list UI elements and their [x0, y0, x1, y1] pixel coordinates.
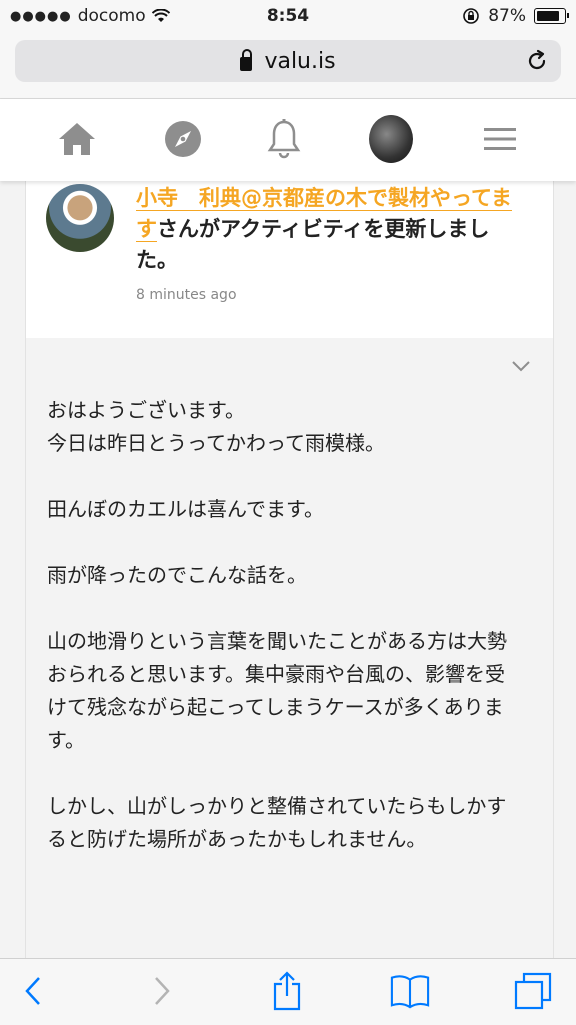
tabs-icon[interactable] [513, 971, 553, 1011]
share-icon[interactable] [267, 971, 307, 1011]
post-body: おはようございます。 今日は昨日とうってかわって雨模様。 田んぼのカエルは喜んで… [25, 338, 554, 958]
reload-icon[interactable] [525, 49, 549, 73]
compass-icon[interactable] [161, 117, 205, 161]
lock-icon [240, 49, 253, 71]
browser-address-area: valu.is [0, 36, 576, 99]
post-paragraph: しかし、山がしっかりと整備されていたらもしかすると防げた場所があったかもしれませ… [47, 794, 507, 851]
menu-icon[interactable] [478, 117, 522, 161]
post-paragraph: おはようございます。 今日は昨日とうってかわって雨模様。 [47, 398, 385, 455]
user-profile-photo[interactable] [46, 184, 114, 252]
activity-card: 小寺 利典@京都産の木で製材やってますさんがアクティビティを更新しました。 8 … [25, 181, 554, 339]
post-paragraph: 雨が降ったのでこんな話を。 [47, 563, 307, 587]
post-paragraph: 田んぼのカエルは喜んでます。 [47, 497, 324, 521]
home-icon[interactable] [55, 117, 99, 161]
battery-icon [534, 8, 569, 24]
activity-action-text: さんがアクティビティを更新しました。 [136, 217, 490, 272]
bookmarks-icon[interactable] [390, 971, 430, 1011]
activity-timestamp: 8 minutes ago [136, 287, 237, 303]
browser-toolbar [0, 958, 576, 1025]
post-text: おはようございます。 今日は昨日とうってかわって雨模様。 田んぼのカエルは喜んで… [47, 394, 517, 889]
forward-icon[interactable] [142, 971, 182, 1011]
url-text: valu.is [264, 48, 336, 74]
status-bar: ●●●●● docomo 8:54 87% [0, 0, 576, 36]
activity-headline: 小寺 利典@京都産の木で製材やってますさんがアクティビティを更新しました。 [136, 183, 531, 276]
address-bar[interactable]: valu.is [15, 40, 561, 82]
orientation-lock-icon [463, 8, 480, 24]
bell-icon[interactable] [262, 117, 306, 161]
back-icon[interactable] [13, 971, 53, 1011]
battery-percent: 87% [488, 6, 526, 26]
post-paragraph: 山の地滑りという言葉を聞いたことがある方は大勢おられると思います。集中豪雨や台風… [47, 629, 507, 752]
user-avatar-button[interactable] [369, 115, 413, 163]
avatar [369, 115, 413, 163]
chevron-down-icon[interactable] [511, 356, 531, 376]
app-navigation [0, 99, 576, 181]
